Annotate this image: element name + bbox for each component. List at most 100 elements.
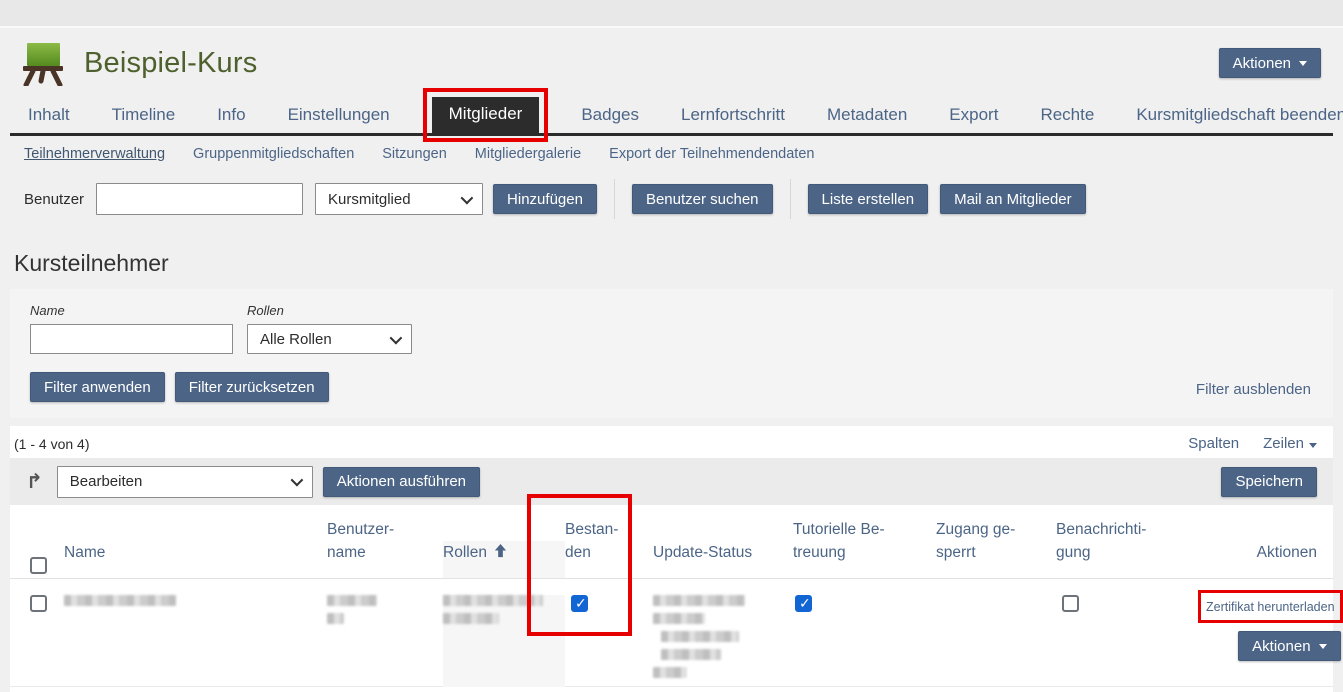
- subtab-export-teilnehmendendaten[interactable]: Export der Teilnehmendendaten: [609, 146, 814, 162]
- row-aktionen-label: Aktionen: [1252, 638, 1310, 655]
- subtab-mitgliedergalerie[interactable]: Mitgliedergalerie: [475, 146, 581, 162]
- subtab-gruppenmitgliedschaften[interactable]: Gruppenmitgliedschaften: [193, 146, 354, 162]
- tab-badges[interactable]: Badges: [581, 99, 639, 133]
- filter-panel: Name Rollen Alle Rollen Filter anwenden …: [10, 289, 1333, 418]
- hinzufuegen-button[interactable]: Hinzufügen: [493, 184, 597, 214]
- col-header-zugang-label: Zugang ge-sperrt: [936, 518, 1024, 565]
- col-header-zugang-gesperrt[interactable]: Zugang ge-sperrt: [936, 518, 1056, 579]
- col-header-tutorielle-betreuung[interactable]: Tutorielle Be-treuung: [793, 518, 936, 579]
- speichern-button[interactable]: Speichern: [1221, 467, 1317, 497]
- chevron-down-icon: [461, 191, 474, 204]
- hinzufuegen-label: Hinzufügen: [507, 191, 583, 208]
- col-header-update-status[interactable]: Update-Status: [653, 541, 793, 578]
- col-header-benachrichtigung[interactable]: Benachrichti-gung: [1056, 518, 1206, 579]
- chevron-down-icon: [1319, 644, 1327, 649]
- chevron-down-icon: [1309, 443, 1317, 448]
- result-count: (1 - 4 von 4): [14, 436, 89, 452]
- tab-kursmitgliedschaft-beenden[interactable]: Kursmitgliedschaft beenden: [1136, 99, 1343, 133]
- cell-update-status-redacted: [653, 595, 793, 685]
- course-icon: [20, 40, 66, 86]
- aktionen-ausfuehren-button[interactable]: Aktionen ausführen: [323, 467, 480, 497]
- row-select-checkbox[interactable]: [30, 595, 47, 612]
- cell-rollen-redacted: [443, 595, 565, 687]
- col-header-aktionen: Aktionen: [1206, 541, 1333, 578]
- col-header-benutzername-label: Benutzer-name: [327, 518, 409, 565]
- tab-lernfortschritt[interactable]: Lernfortschritt: [681, 99, 785, 133]
- select-all-checkbox[interactable]: [30, 557, 47, 574]
- tab-inhalt[interactable]: Inhalt: [28, 99, 70, 133]
- col-header-bestanden[interactable]: Bestan-den: [565, 518, 653, 579]
- filter-rollen-value: Alle Rollen: [260, 331, 332, 348]
- tab-timeline[interactable]: Timeline: [112, 99, 176, 133]
- subtab-teilnehmerverwaltung[interactable]: Teilnehmerverwaltung: [24, 146, 165, 162]
- tab-export[interactable]: Export: [949, 99, 998, 133]
- subtab-sitzungen[interactable]: Sitzungen: [382, 146, 447, 162]
- bestanden-checkbox[interactable]: [571, 595, 588, 612]
- col-header-tutorielle-label: Tutorielle Be-treuung: [793, 518, 897, 565]
- mail-an-mitglieder-button[interactable]: Mail an Mitglieder: [940, 184, 1086, 214]
- tab-mitglieder[interactable]: Mitglieder: [432, 97, 540, 133]
- table-row: Zertifikat herunterladen Aktionen: [10, 579, 1333, 687]
- apply-to-selection-icon: ↱: [26, 469, 43, 494]
- subtab-bar: Teilnehmerverwaltung Gruppenmitgliedscha…: [24, 146, 1333, 162]
- tutorielle-betreuung-checkbox[interactable]: [795, 595, 812, 612]
- mail-an-mitglieder-label: Mail an Mitglieder: [954, 191, 1072, 208]
- filter-anwenden-button[interactable]: Filter anwenden: [30, 372, 165, 402]
- tab-bar: Inhalt Timeline Info Einstellungen Mitgl…: [28, 96, 1333, 133]
- benutzer-label: Benutzer: [24, 191, 84, 208]
- zertifikat-herunterladen-link[interactable]: Zertifikat herunterladen: [1206, 600, 1335, 614]
- tab-metadaten[interactable]: Metadaten: [827, 99, 907, 133]
- tabbar-underline: [10, 133, 1333, 136]
- filter-name-input[interactable]: [30, 324, 233, 354]
- header-actions-button[interactable]: Aktionen: [1219, 48, 1321, 78]
- benachrichtigung-checkbox[interactable]: [1062, 595, 1079, 612]
- cell-name-redacted: [64, 595, 327, 613]
- member-toolbar: Benutzer Kursmitglied Hinzufügen Benutze…: [14, 182, 1343, 216]
- filter-ausblenden-link[interactable]: Filter ausblenden: [1196, 381, 1311, 398]
- benutzer-suchen-button[interactable]: Benutzer suchen: [632, 184, 773, 214]
- spalten-link[interactable]: Spalten: [1188, 435, 1239, 452]
- section-title: Kursteilnehmer: [14, 250, 1343, 277]
- cell-benachrichtigung: [1056, 595, 1206, 616]
- header-actions-label: Aktionen: [1233, 55, 1291, 72]
- liste-erstellen-button[interactable]: Liste erstellen: [808, 184, 929, 214]
- col-header-rollen-sorted[interactable]: Rollen: [443, 541, 565, 578]
- chevron-down-icon: [290, 474, 303, 487]
- table-header-row: Name Benutzer-name Rollen Bestan-den Upd…: [10, 505, 1333, 579]
- col-header-bestanden-label: Bestan-den: [565, 518, 631, 565]
- cell-aktionen: Zertifikat herunterladen Aktionen: [1206, 595, 1343, 661]
- col-header-rollen-label: Rollen: [443, 544, 487, 561]
- tab-rechte[interactable]: Rechte: [1040, 99, 1094, 133]
- aktionen-ausfuehren-label: Aktionen ausführen: [337, 473, 466, 490]
- speichern-label: Speichern: [1235, 473, 1303, 490]
- page-header: Beispiel-Kurs Aktionen: [0, 28, 1343, 90]
- row-aktionen-button[interactable]: Aktionen: [1238, 631, 1340, 661]
- liste-erstellen-label: Liste erstellen: [822, 191, 915, 208]
- bulk-action-value: Bearbeiten: [70, 473, 143, 490]
- col-header-benutzername[interactable]: Benutzer-name: [327, 518, 443, 579]
- zeilen-label: Zeilen: [1263, 435, 1304, 452]
- chevron-down-icon: [1299, 61, 1307, 66]
- filter-zuruecksetzen-button[interactable]: Filter zurücksetzen: [175, 372, 329, 402]
- toolbar-separator: [614, 179, 615, 219]
- bulk-action-bar: ↱ Bearbeiten Aktionen ausführen Speicher…: [10, 458, 1333, 505]
- toolbar-separator: [790, 179, 791, 219]
- cell-tutorielle-betreuung: [793, 595, 936, 616]
- zertifikat-annotation-box: Zertifikat herunterladen: [1206, 598, 1335, 615]
- role-select[interactable]: Kursmitglied: [315, 183, 483, 215]
- zeilen-dropdown[interactable]: Zeilen: [1263, 435, 1317, 452]
- tab-info[interactable]: Info: [217, 99, 245, 133]
- col-header-benachrichtigung-label: Benachrichti-gung: [1056, 518, 1170, 565]
- filter-anwenden-label: Filter anwenden: [44, 379, 151, 396]
- benutzer-input[interactable]: [96, 183, 303, 215]
- tab-einstellungen[interactable]: Einstellungen: [288, 99, 390, 133]
- top-strip: [0, 0, 1343, 28]
- col-header-name[interactable]: Name: [64, 541, 327, 578]
- bulk-action-select[interactable]: Bearbeiten: [57, 466, 313, 498]
- filter-zuruecksetzen-label: Filter zurücksetzen: [189, 379, 315, 396]
- cell-bestanden: [565, 595, 653, 616]
- page-title: Beispiel-Kurs: [84, 47, 257, 80]
- filter-rollen-select[interactable]: Alle Rollen: [247, 324, 412, 354]
- sort-ascending-icon: [493, 543, 508, 558]
- members-table: (1 - 4 von 4) Spalten Zeilen ↱ Bearbeite…: [10, 426, 1333, 692]
